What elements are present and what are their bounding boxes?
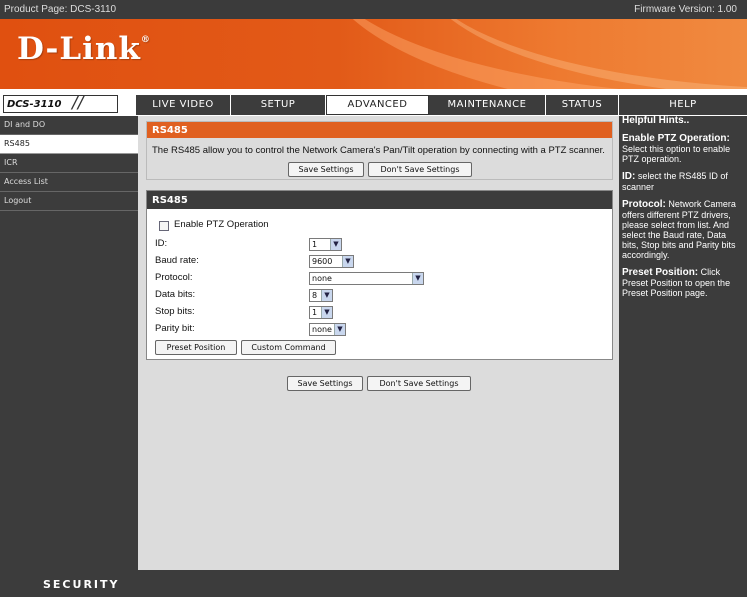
model-slashes: // [72,93,84,113]
custom-command-button[interactable]: Custom Command [241,340,336,355]
helpful-hints-title: Helpful Hints.. [622,115,690,126]
intro-description: The RS485 allow you to control the Netwo… [152,145,605,156]
sidebar: DI and DO RS485 ICR Access List Logout [0,116,138,570]
top-bar: Product Page: DCS-3110 Firmware Version:… [0,0,747,19]
model-badge: DCS-3110 // [3,93,118,113]
save-settings-button-bottom[interactable]: Save Settings [287,376,363,391]
dont-save-settings-button-top[interactable]: Don't Save Settings [368,162,472,177]
chevron-down-icon: ▼ [342,256,353,267]
baud-rate-select[interactable]: 9600 ▼ [309,255,354,268]
stop-bits-label: Stop bits: [155,306,195,317]
enable-ptz-checkbox[interactable] [159,221,169,231]
parity-bit-label: Parity bit: [155,323,195,334]
main-content: RS485 The RS485 allow you to control the… [138,116,619,570]
hint-enable-ptz: Enable PTZ Operation: Select this option … [622,133,731,165]
sidebar-item-access-list[interactable]: Access List [0,173,138,192]
protocol-select[interactable]: none ▼ [309,272,424,285]
baud-rate-label: Baud rate: [155,255,199,266]
security-label: SECURITY [43,578,120,591]
protocol-label: Protocol: [155,272,193,283]
footer-bar: SECURITY [0,570,747,597]
tab-advanced[interactable]: ADVANCED [326,95,429,115]
hint-preset-position: Preset Position: Click Preset Position t… [622,267,731,298]
preset-position-button[interactable]: Preset Position [155,340,237,355]
sidebar-item-di-and-do[interactable]: DI and DO [0,116,138,135]
data-bits-select[interactable]: 8 ▼ [309,289,333,302]
data-bits-label: Data bits: [155,289,196,300]
dont-save-settings-button-bottom[interactable]: Don't Save Settings [367,376,471,391]
main-nav: DCS-3110 // LIVE VIDEO SETUP ADVANCED MA… [0,89,747,116]
sidebar-item-rs485[interactable]: RS485 [0,135,138,154]
sidebar-item-logout[interactable]: Logout [0,192,138,211]
enable-ptz-label: Enable PTZ Operation [174,219,269,230]
tab-maintenance[interactable]: MAINTENANCE [429,95,546,115]
tab-live-video[interactable]: LIVE VIDEO [136,95,231,115]
chevron-down-icon: ▼ [334,324,345,335]
tab-setup[interactable]: SETUP [231,95,326,115]
hint-protocol: Protocol: Network Camera offers differen… [622,199,736,260]
brand-banner: D-Link® [0,19,747,89]
chevron-down-icon: ▼ [330,239,341,250]
id-label: ID: [155,238,168,249]
dlink-logo: D-Link® [17,31,151,67]
stop-bits-select[interactable]: 1 ▼ [309,306,333,319]
sidebar-item-icr[interactable]: ICR [0,154,138,173]
helpful-hints-panel: Helpful Hints.. Enable PTZ Operation: Sel… [619,116,747,570]
product-page-label: Product Page: DCS-3110 [4,4,117,15]
intro-title: RS485 [147,122,612,138]
hint-id: ID: select the RS485 ID of scanner [622,171,728,192]
rs485-settings-panel: RS485 Enable PTZ Operation ID: 1 ▼ Baud r… [146,190,613,360]
tab-help[interactable]: HELP [619,95,747,115]
id-select[interactable]: 1 ▼ [309,238,342,251]
tab-status[interactable]: STATUS [546,95,619,115]
chevron-down-icon: ▼ [412,273,423,284]
firmware-version: Firmware Version: 1.00 [634,4,737,15]
settings-title: RS485 [147,191,612,209]
rs485-intro-panel: RS485 The RS485 allow you to control the… [146,121,613,180]
save-settings-button-top[interactable]: Save Settings [288,162,364,177]
parity-bit-select[interactable]: none ▼ [309,323,346,336]
chevron-down-icon: ▼ [321,290,332,301]
chevron-down-icon: ▼ [321,307,332,318]
model-label: DCS-3110 [7,99,62,110]
